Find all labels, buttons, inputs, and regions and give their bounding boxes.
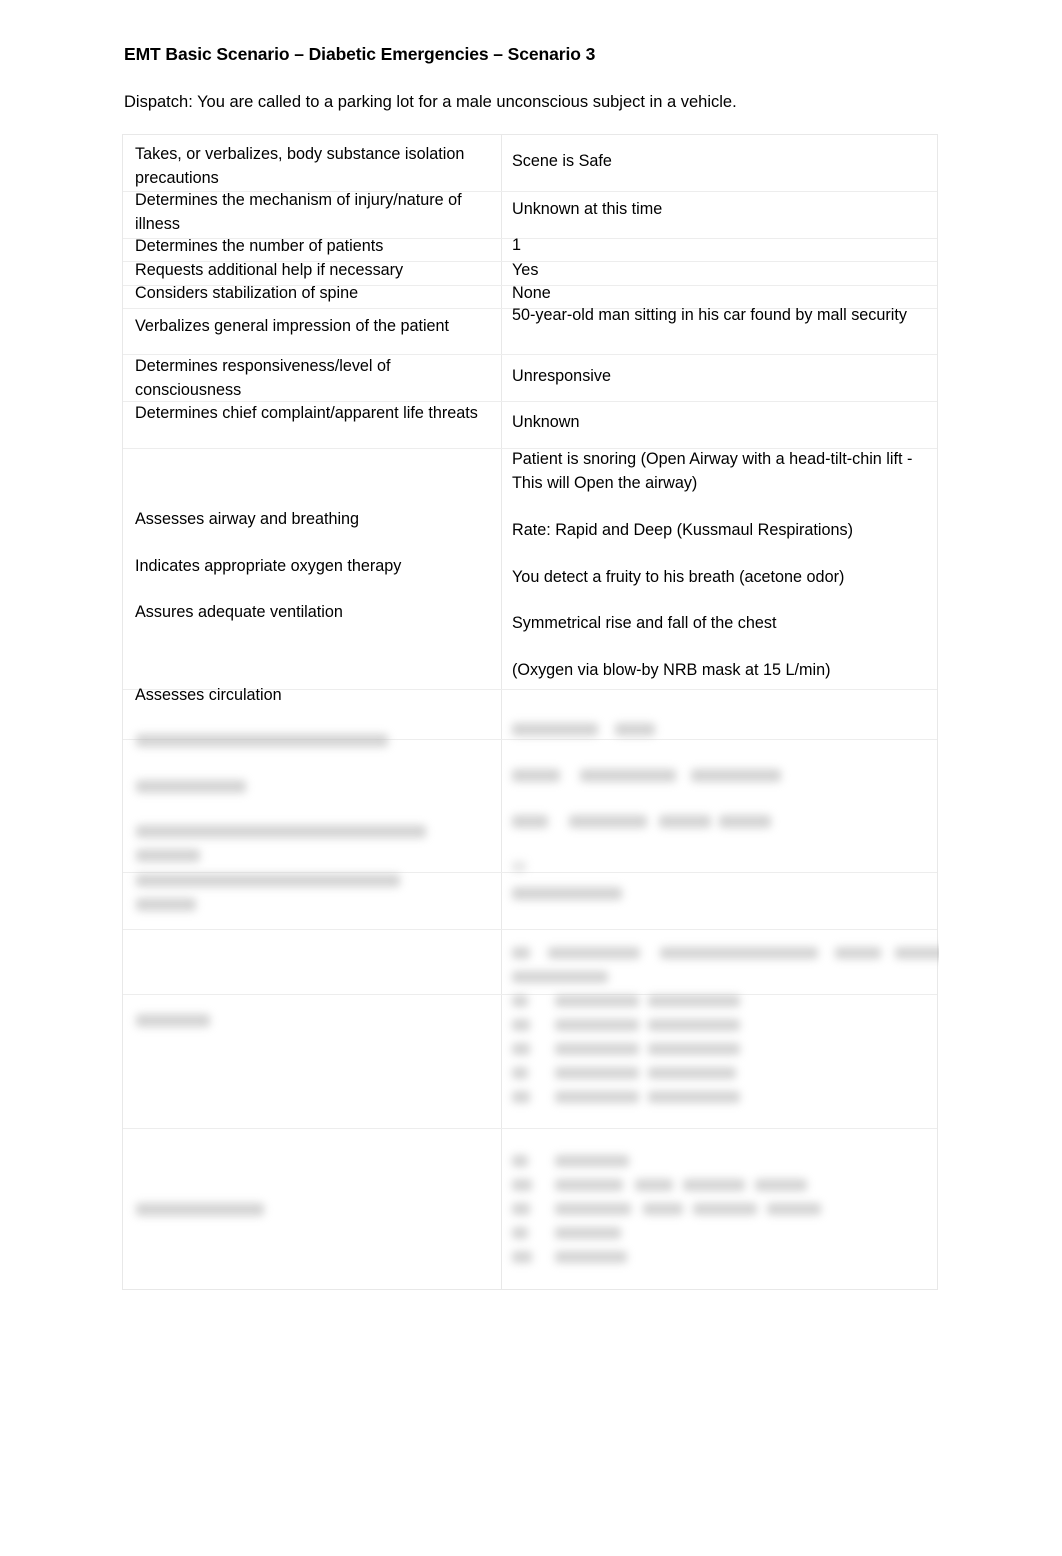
table-cell-finding: Patient is snoring (Open Airway with a h…: [512, 450, 913, 492]
table-cell-skill: Takes, or verbalizes, body substance iso…: [135, 145, 465, 187]
table-cell-finding: 1: [512, 236, 522, 254]
table-cell-skill: Considers stabilization of spine: [135, 284, 359, 302]
document-page: EMT Basic Scenario – Diabetic Emergencie…: [0, 0, 1062, 1556]
table-cell-finding: Yes: [512, 261, 539, 279]
table-cell-finding: Unresponsive: [512, 367, 611, 385]
page-title: EMT Basic Scenario – Diabetic Emergencie…: [124, 44, 596, 64]
table-cell-skill: Requests additional help if necessary: [135, 261, 404, 279]
dispatch-line: Dispatch: You are called to a parking lo…: [124, 93, 737, 111]
redacted-content-overlay: Remaining rows are obscured by a blur ov…: [123, 711, 939, 1291]
table-cell-skill: Indicates appropriate oxygen therapy: [135, 557, 402, 575]
table-cell-finding: Unknown at this time: [512, 200, 663, 218]
skills-assessment-table: Takes, or verbalizes, body substance iso…: [122, 134, 939, 1291]
table-cell-skill: Assures adequate ventilation: [135, 603, 343, 621]
table-cell-skill: Determines chief complaint/apparent life…: [135, 404, 478, 422]
table-cell-finding: Symmetrical rise and fall of the chest: [512, 614, 777, 632]
row-rule: [123, 739, 937, 740]
table-cell-finding: You detect a fruity to his breath (aceto…: [512, 568, 845, 586]
table-cell-finding: 50-year-old man sitting in his car found…: [512, 306, 907, 324]
row-rule: [123, 994, 937, 995]
table-cell-finding: (Oxygen via blow-by NRB mask at 15 L/min…: [512, 661, 831, 679]
table-cell-skill: Determines the number of patients: [135, 237, 384, 255]
table-cell-skill: Determines responsiveness/level of consc…: [135, 357, 391, 399]
table-cell-finding: None: [512, 284, 551, 302]
table-cell-skill: Determines the mechanism of injury/natur…: [135, 191, 462, 233]
row-rule: [123, 872, 937, 873]
table-cell-skill: Verbalizes general impression of the pat…: [135, 317, 450, 335]
row-rule: [123, 1128, 937, 1129]
row-rule: [123, 929, 937, 930]
table-cell-skill: Assesses airway and breathing: [135, 510, 360, 528]
table-cell-finding: Scene is Safe: [512, 152, 612, 170]
table-cell-skill: Assesses circulation: [135, 686, 282, 704]
table-cell-finding: Rate: Rapid and Deep (Kussmaul Respirati…: [512, 521, 854, 539]
table-cell-finding: Unknown: [512, 413, 580, 431]
